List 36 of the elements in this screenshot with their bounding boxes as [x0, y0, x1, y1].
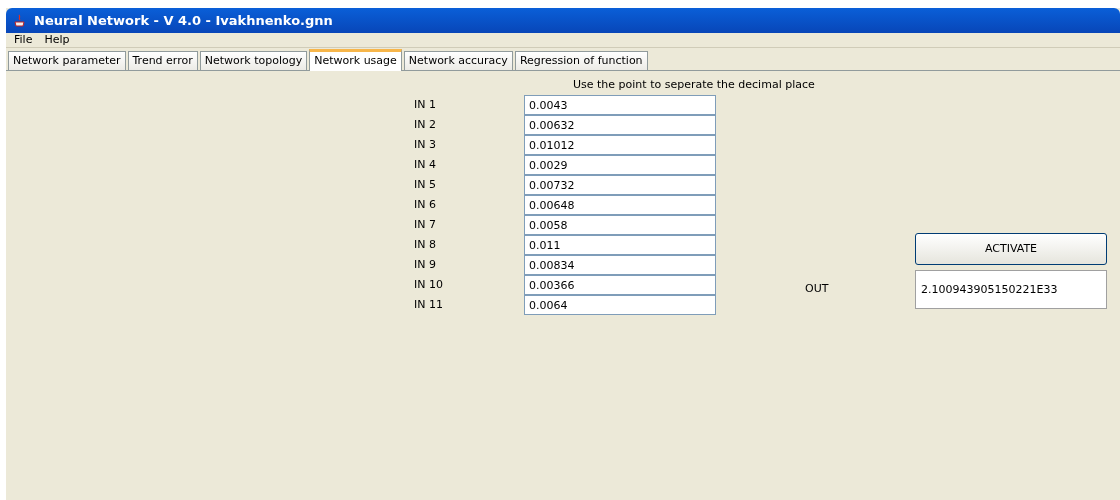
window-title: Neural Network - V 4.0 - Ivakhnenko.gnn: [34, 11, 333, 30]
tab[interactable]: Network accuracy: [403, 51, 513, 70]
menu-item[interactable]: Help: [44, 31, 70, 49]
input-field[interactable]: 0.00648: [524, 195, 716, 215]
activate-button[interactable]: ACTIVATE: [915, 233, 1107, 265]
tab[interactable]: Trend error: [127, 51, 198, 70]
input-label: IN 5: [414, 176, 437, 193]
input-label: IN 9: [414, 256, 437, 273]
input-field[interactable]: 0.00632: [524, 115, 716, 135]
input-field[interactable]: 0.01012: [524, 135, 716, 155]
coffee-cup-icon: [14, 13, 26, 28]
hint-text: Use the point to seperate the decimal place: [573, 78, 815, 91]
input-label: IN 8: [414, 236, 437, 253]
input-label: IN 6: [414, 196, 437, 213]
input-field[interactable]: 0.011: [524, 235, 716, 255]
output-field[interactable]: 2.100943905150221E33: [915, 270, 1107, 309]
input-label: IN 7: [414, 216, 437, 233]
tab[interactable]: Network parameter: [8, 51, 126, 70]
input-label: IN 3: [414, 136, 437, 153]
input-label: IN 4: [414, 156, 437, 173]
input-field[interactable]: 0.00834: [524, 255, 716, 275]
tab[interactable]: Network usage: [309, 49, 402, 71]
output-label: OUT: [805, 280, 830, 297]
input-field[interactable]: 0.0058: [524, 215, 716, 235]
input-field[interactable]: 0.00732: [524, 175, 716, 195]
input-field[interactable]: 0.0029: [524, 155, 716, 175]
input-label: IN 11: [414, 296, 444, 313]
tab[interactable]: Network topology: [199, 51, 308, 70]
input-field[interactable]: 0.0043: [524, 95, 716, 115]
input-label: IN 10: [414, 276, 444, 293]
tab[interactable]: Regression of function: [514, 51, 648, 70]
input-field[interactable]: 0.00366: [524, 275, 716, 295]
input-label: IN 1: [414, 96, 437, 113]
input-label: IN 2: [414, 116, 437, 133]
menu-item[interactable]: File: [14, 31, 33, 49]
input-field[interactable]: 0.0064: [524, 295, 716, 315]
